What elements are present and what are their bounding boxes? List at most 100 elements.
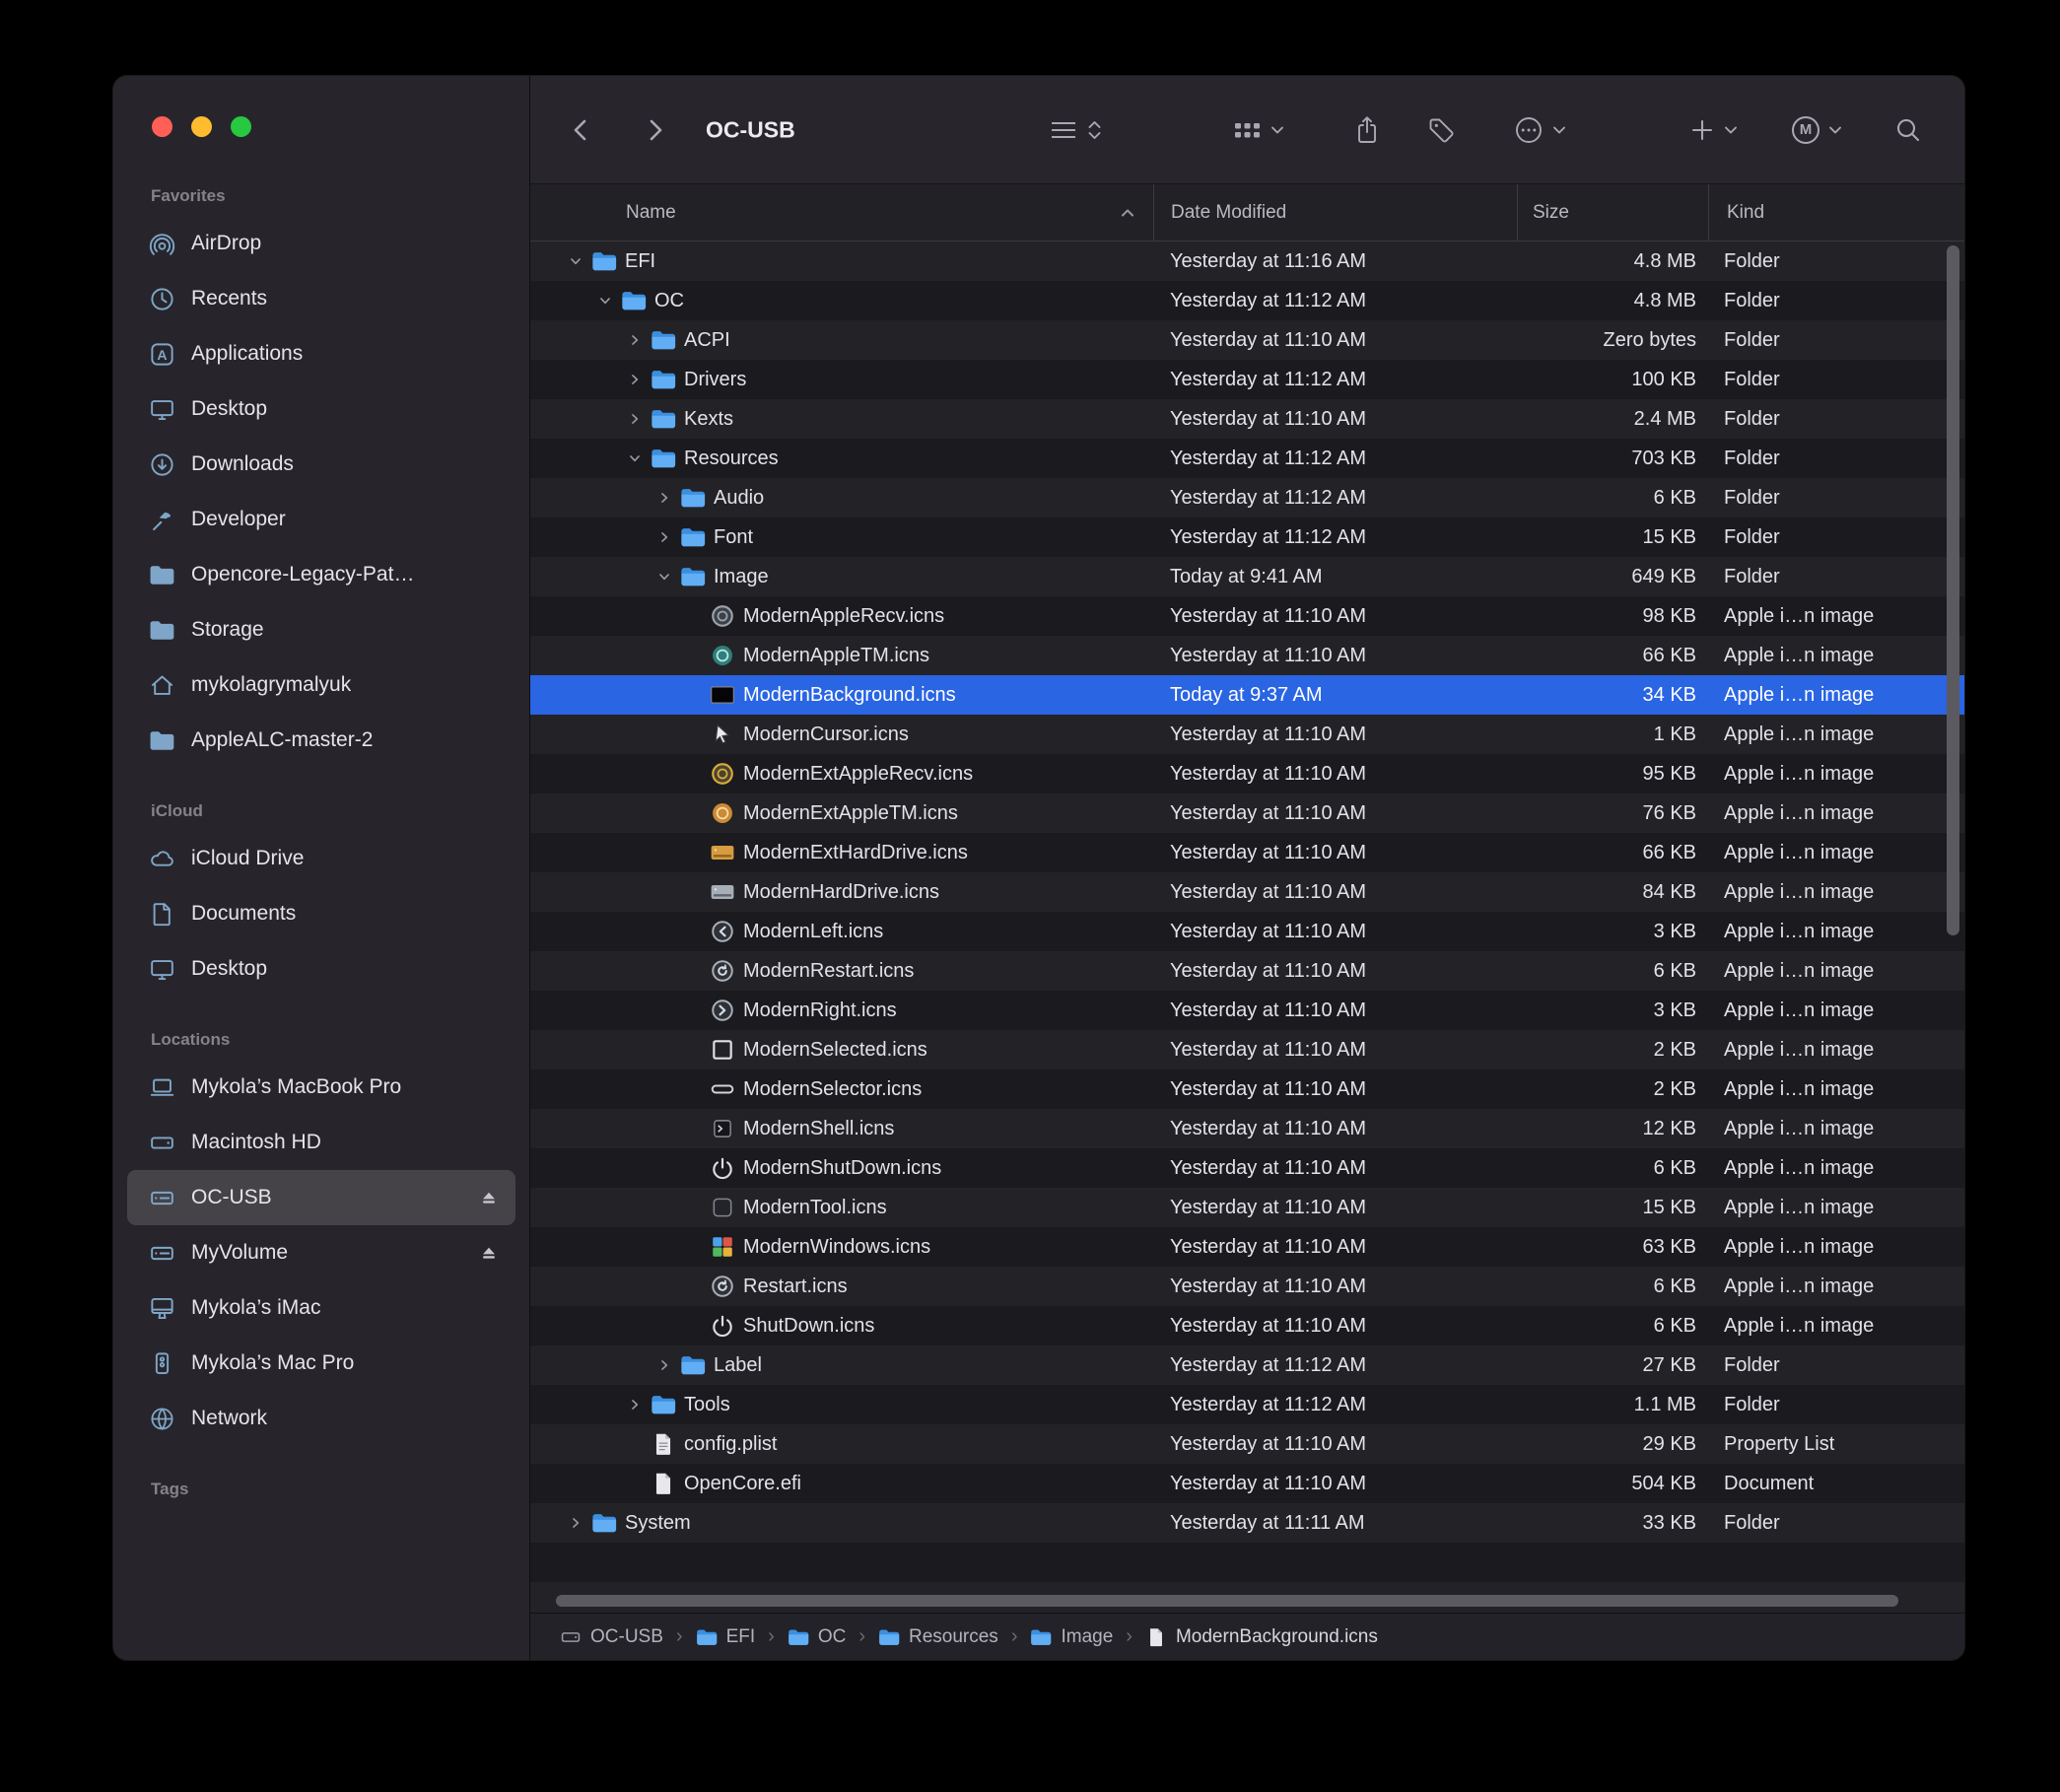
kind-cell: Property List <box>1706 1433 1964 1456</box>
sidebar-item-applications[interactable]: AApplications <box>127 326 515 381</box>
table-row[interactable]: ModernExtAppleTM.icnsYesterday at 11:10 … <box>530 793 1964 833</box>
file-name: Font <box>714 526 753 549</box>
disclosure-closed-icon[interactable] <box>653 487 675 509</box>
column-header-name[interactable]: Name <box>530 184 1153 241</box>
disclosure-closed-icon[interactable] <box>624 1394 646 1415</box>
path-item-modernbackground-icns[interactable]: ModernBackground.icns <box>1145 1626 1378 1648</box>
sidebar-item-icloud-drive[interactable]: iCloud Drive <box>127 831 515 886</box>
table-row[interactable]: ModernAppleTM.icnsYesterday at 11:10 AM6… <box>530 636 1964 675</box>
table-row[interactable]: ToolsYesterday at 11:12 AM1.1 MBFolder <box>530 1385 1964 1424</box>
table-row[interactable]: Restart.icnsYesterday at 11:10 AM6 KBApp… <box>530 1267 1964 1306</box>
disclosure-closed-icon[interactable] <box>624 369 646 390</box>
sidebar-item-documents[interactable]: Documents <box>127 886 515 941</box>
sidebar-item-label: Desktop <box>191 957 267 981</box>
sidebar-item-applealc-master-2[interactable]: AppleALC-master-2 <box>127 713 515 768</box>
sidebar-item-desktop[interactable]: Desktop <box>127 381 515 437</box>
table-row[interactable]: ShutDown.icnsYesterday at 11:10 AM6 KBAp… <box>530 1306 1964 1345</box>
table-row[interactable]: EFIYesterday at 11:16 AM4.8 MBFolder <box>530 241 1964 281</box>
table-row[interactable]: ResourcesYesterday at 11:12 AM703 KBFold… <box>530 439 1964 478</box>
table-row[interactable]: ModernShutDown.icnsYesterday at 11:10 AM… <box>530 1148 1964 1188</box>
file-name: ModernShell.icns <box>743 1118 894 1140</box>
account-button[interactable]: M <box>1792 116 1842 144</box>
search-button[interactable] <box>1894 116 1922 144</box>
table-row[interactable]: ModernSelected.icnsYesterday at 11:10 AM… <box>530 1030 1964 1069</box>
sidebar-item-network[interactable]: Network <box>127 1391 515 1446</box>
sidebar-item-mykola-s-macbook-pro[interactable]: Mykola’s MacBook Pro <box>127 1060 515 1115</box>
path-item-oc[interactable]: OC <box>788 1626 847 1648</box>
share-button[interactable] <box>1354 115 1380 145</box>
zoom-button[interactable] <box>231 116 251 137</box>
kind-cell: Apple i…n image <box>1706 684 1964 707</box>
disclosure-open-icon[interactable] <box>624 448 646 469</box>
table-row[interactable]: KextsYesterday at 11:10 AM2.4 MBFolder <box>530 399 1964 439</box>
disclosure-closed-icon[interactable] <box>565 1512 586 1534</box>
table-row[interactable]: ACPIYesterday at 11:10 AMZero bytesFolde… <box>530 320 1964 360</box>
table-row[interactable]: DriversYesterday at 11:12 AM100 KBFolder <box>530 360 1964 399</box>
sidebar-item-mykolagrymalyuk[interactable]: mykolagrymalyuk <box>127 657 515 713</box>
group-by-button[interactable] <box>1233 118 1284 142</box>
path-item-resources[interactable]: Resources <box>878 1626 998 1648</box>
table-row[interactable]: ModernTool.icnsYesterday at 11:10 AM15 K… <box>530 1188 1964 1227</box>
sidebar-item-storage[interactable]: Storage <box>127 602 515 657</box>
table-row[interactable]: AudioYesterday at 11:12 AM6 KBFolder <box>530 478 1964 517</box>
view-options-button[interactable] <box>1049 118 1102 142</box>
disclosure-open-icon[interactable] <box>653 566 675 587</box>
close-button[interactable] <box>152 116 172 137</box>
back-button[interactable] <box>566 114 597 146</box>
more-options-button[interactable] <box>1514 115 1566 145</box>
file-name-cell: Image <box>530 564 1153 589</box>
file-name-cell: config.plist <box>530 1431 1153 1457</box>
path-item-efi[interactable]: EFI <box>696 1626 756 1648</box>
eject-icon[interactable] <box>478 1187 500 1208</box>
table-row[interactable]: ModernSelector.icnsYesterday at 11:10 AM… <box>530 1069 1964 1109</box>
column-header-date-modified[interactable]: Date Modified <box>1154 184 1517 241</box>
minimize-button[interactable] <box>191 116 212 137</box>
table-row[interactable]: OpenCore.efiYesterday at 11:10 AM504 KBD… <box>530 1464 1964 1503</box>
sidebar-item-macintosh-hd[interactable]: Macintosh HD <box>127 1115 515 1170</box>
table-row[interactable]: LabelYesterday at 11:12 AM27 KBFolder <box>530 1345 1964 1385</box>
table-row[interactable]: ModernLeft.icnsYesterday at 11:10 AM3 KB… <box>530 912 1964 951</box>
table-row[interactable]: ModernBackground.icnsToday at 9:37 AM34 … <box>530 675 1964 715</box>
sidebar-item-airdrop[interactable]: AirDrop <box>127 216 515 271</box>
disclosure-open-icon[interactable] <box>565 250 586 272</box>
vertical-scrollbar[interactable] <box>1947 245 1959 935</box>
disclosure-closed-icon[interactable] <box>653 526 675 548</box>
horizontal-scrollbar[interactable] <box>556 1595 1898 1607</box>
sidebar-item-recents[interactable]: Recents <box>127 271 515 326</box>
sidebar-item-mykola-s-imac[interactable]: Mykola’s iMac <box>127 1280 515 1336</box>
table-row[interactable]: SystemYesterday at 11:11 AM33 KBFolder <box>530 1503 1964 1543</box>
disclosure-closed-icon[interactable] <box>624 408 646 430</box>
table-row[interactable]: ModernExtAppleRecv.icnsYesterday at 11:1… <box>530 754 1964 793</box>
sidebar-item-desktop[interactable]: Desktop <box>127 941 515 997</box>
sidebar-item-developer[interactable]: Developer <box>127 492 515 547</box>
disclosure-open-icon[interactable] <box>594 290 616 311</box>
forward-button[interactable] <box>639 114 670 146</box>
table-row[interactable]: FontYesterday at 11:12 AM15 KBFolder <box>530 517 1964 557</box>
table-row[interactable]: OCYesterday at 11:12 AM4.8 MBFolder <box>530 281 1964 320</box>
disclosure-closed-icon[interactable] <box>624 329 646 351</box>
table-row[interactable]: ModernRestart.icnsYesterday at 11:10 AM6… <box>530 951 1964 991</box>
table-row[interactable]: config.plistYesterday at 11:10 AM29 KBPr… <box>530 1424 1964 1464</box>
disclosure-closed-icon[interactable] <box>653 1354 675 1376</box>
table-row[interactable]: ModernWindows.icnsYesterday at 11:10 AM6… <box>530 1227 1964 1267</box>
sidebar-item-myvolume[interactable]: MyVolume <box>127 1225 515 1280</box>
eject-icon[interactable] <box>478 1242 500 1264</box>
table-row[interactable]: ModernAppleRecv.icnsYesterday at 11:10 A… <box>530 596 1964 636</box>
tags-button[interactable] <box>1427 116 1455 144</box>
table-row[interactable]: ModernShell.icnsYesterday at 11:10 AM12 … <box>530 1109 1964 1148</box>
table-row[interactable]: ModernHardDrive.icnsYesterday at 11:10 A… <box>530 872 1964 912</box>
path-item-oc-usb[interactable]: OC-USB <box>560 1626 663 1648</box>
path-item-image[interactable]: Image <box>1030 1626 1113 1648</box>
column-header-kind[interactable]: Kind <box>1709 184 1964 241</box>
add-button[interactable] <box>1689 117 1738 143</box>
sidebar-item-mykola-s-mac-pro[interactable]: Mykola’s Mac Pro <box>127 1336 515 1391</box>
disc-orange-icon <box>710 800 735 826</box>
table-row[interactable]: ModernRight.icnsYesterday at 11:10 AM3 K… <box>530 991 1964 1030</box>
table-row[interactable]: ModernCursor.icnsYesterday at 11:10 AM1 … <box>530 715 1964 754</box>
sidebar-item-oc-usb[interactable]: OC-USB <box>127 1170 515 1225</box>
column-header-size[interactable]: Size <box>1518 184 1708 241</box>
table-row[interactable]: ImageToday at 9:41 AM649 KBFolder <box>530 557 1964 596</box>
table-row[interactable]: ModernExtHardDrive.icnsYesterday at 11:1… <box>530 833 1964 872</box>
sidebar-item-downloads[interactable]: Downloads <box>127 437 515 492</box>
sidebar-item-opencore-legacy-pat[interactable]: Opencore-Legacy-Pat… <box>127 547 515 602</box>
